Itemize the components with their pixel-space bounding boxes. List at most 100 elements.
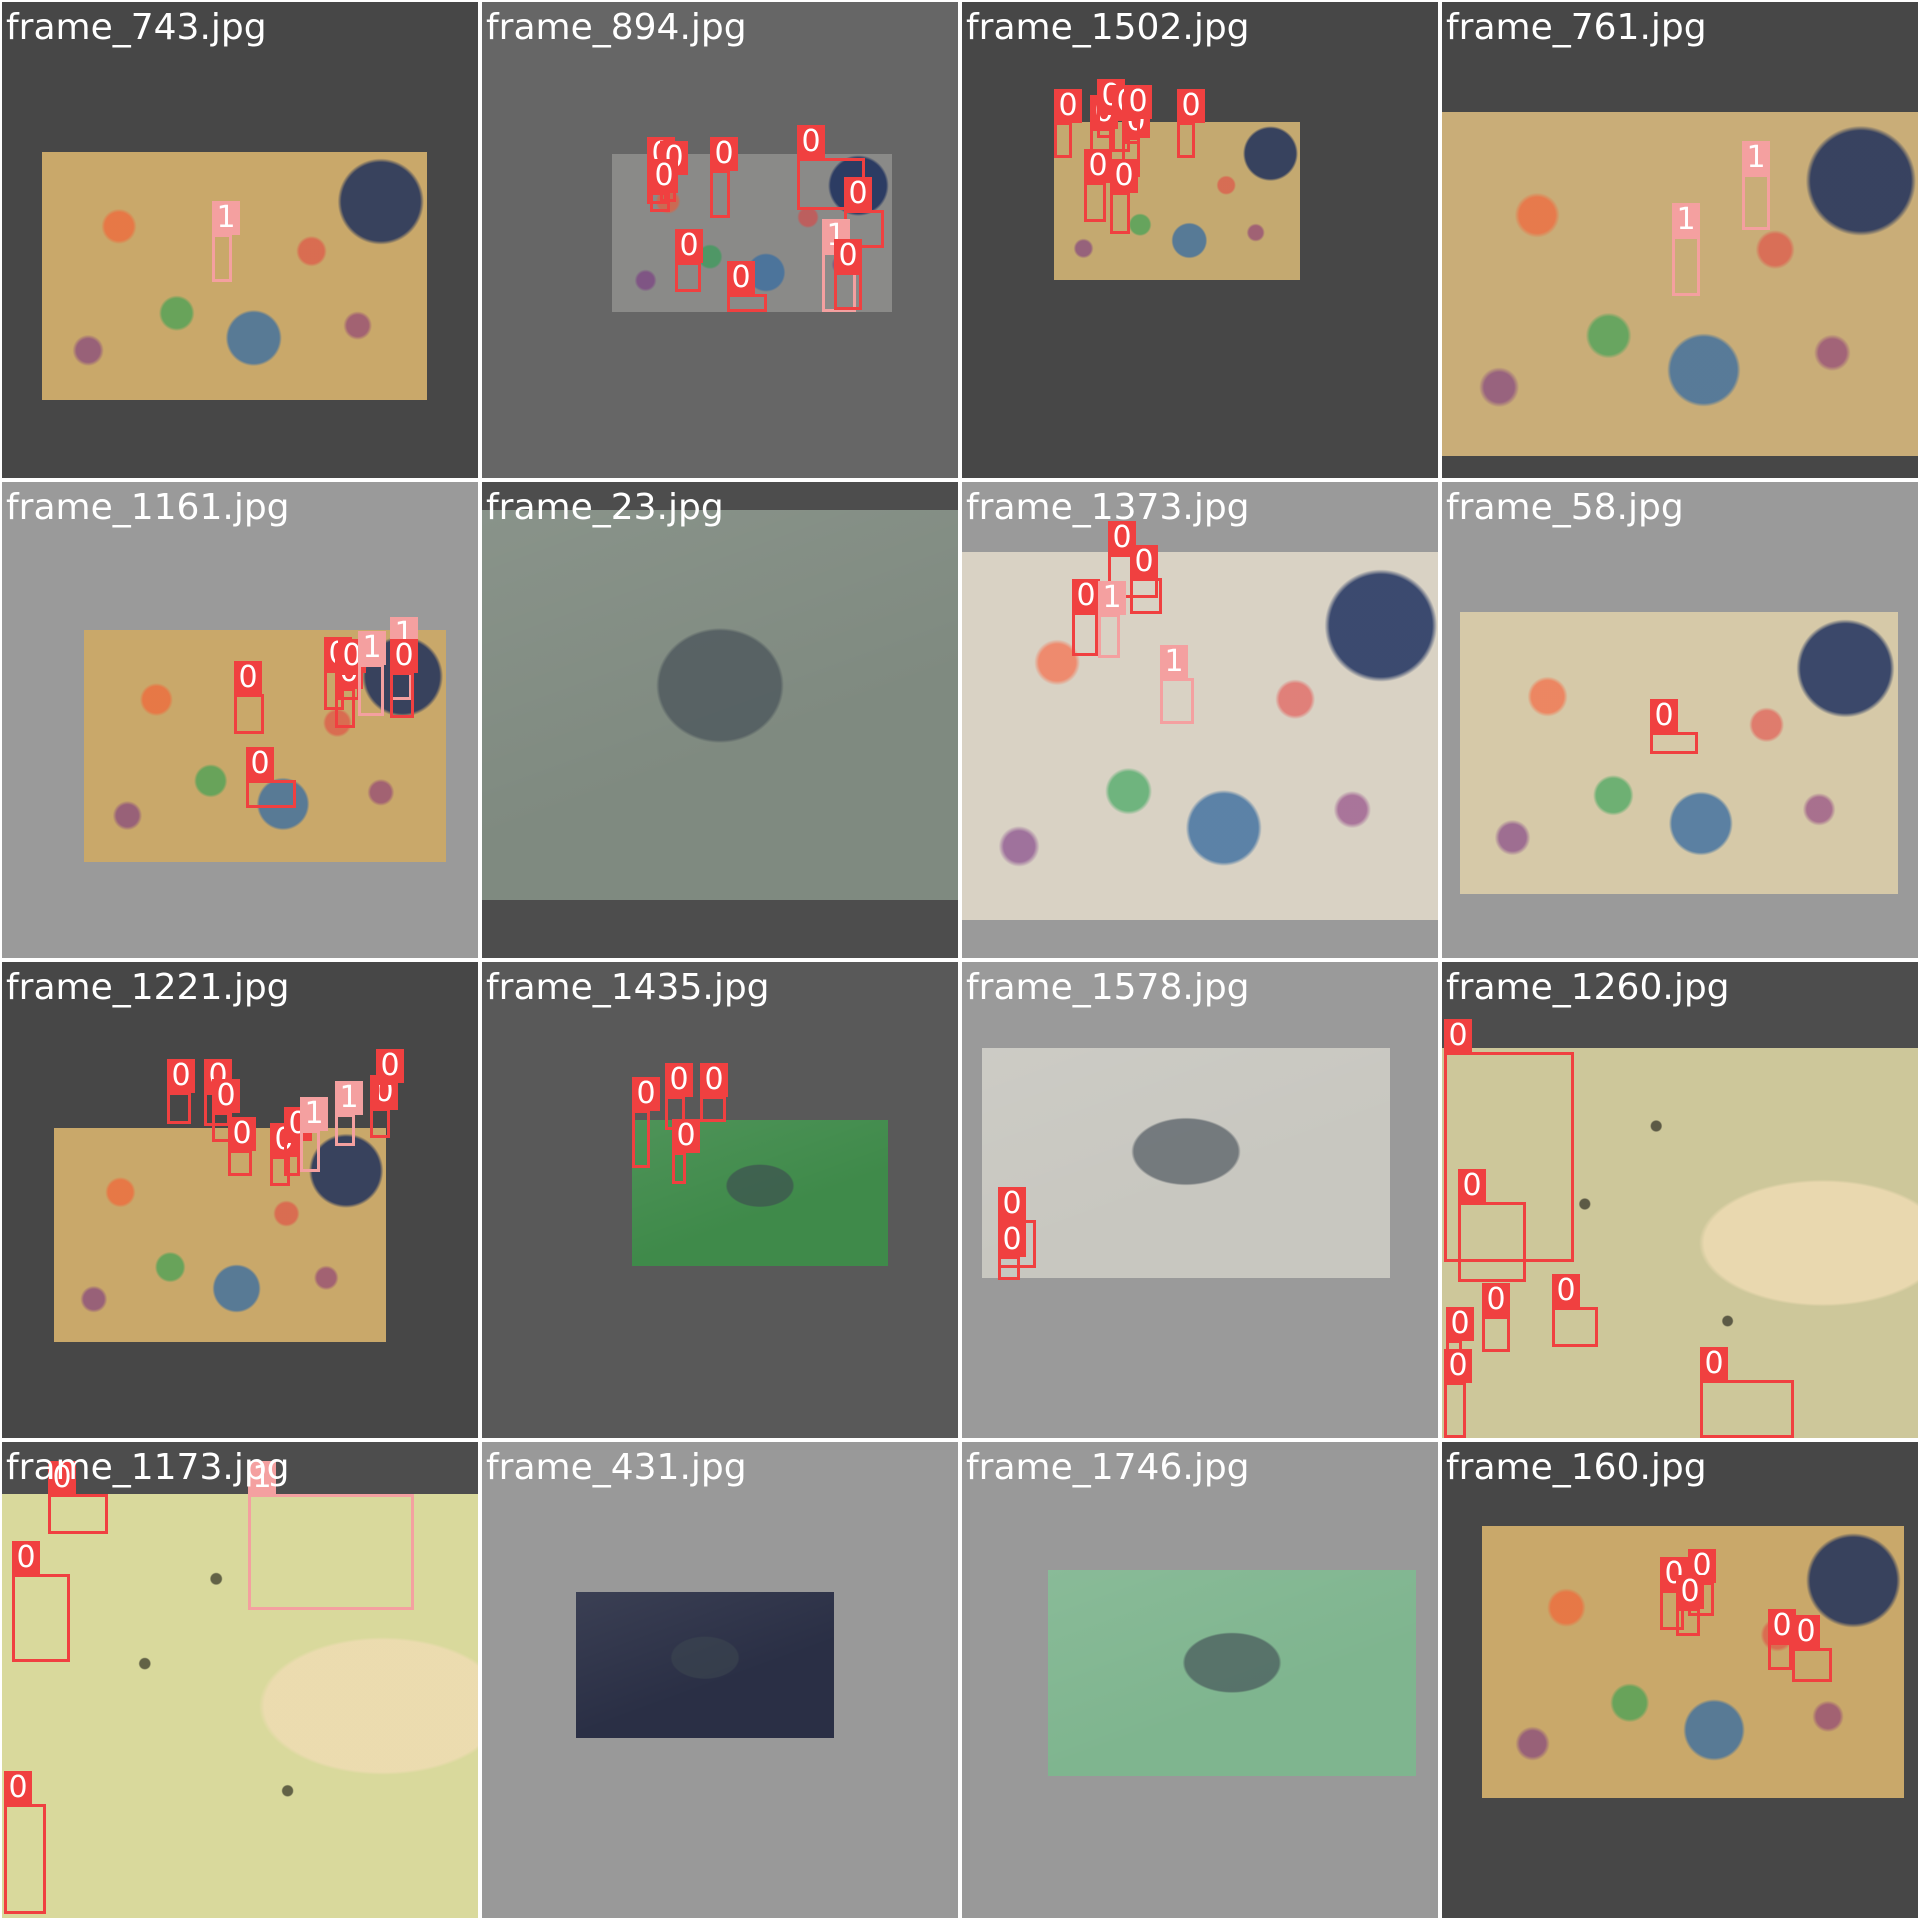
frame-tile: 1 frame_743.jpg [2, 2, 478, 478]
bounding-box-class-0: 0 [1072, 579, 1100, 656]
bounding-box-class-0: 0 [727, 261, 767, 312]
class-id-label: 0 [1552, 1274, 1580, 1308]
bounding-box-class-0: 0 [1552, 1274, 1598, 1347]
bounding-box-class-0: 0 [4, 1771, 46, 1914]
bounding-box-class-0: 0 [167, 1059, 195, 1124]
frame-tile: 0 0 0 0 0 0 0 frame_1260.jpg [1442, 962, 1918, 1438]
class-id-label: 0 [998, 1187, 1026, 1221]
class-id-label: 0 [1130, 545, 1158, 579]
frame-tile: 000000000frame_1502.jpg [962, 2, 1438, 478]
class-id-label: 0 [675, 229, 703, 263]
frame-filename: frame_1373.jpg [966, 487, 1250, 528]
class-id-label: 0 [998, 1223, 1026, 1257]
bounding-box-class-0: 0 [370, 1075, 398, 1138]
bounding-box-class-0: 0 [1650, 699, 1698, 754]
bounding-box-class-0: 0 [834, 239, 862, 310]
bounding-box-class-0: 0 [12, 1541, 70, 1662]
frame-image [962, 552, 1438, 920]
frame-filename: frame_1173.jpg [6, 1447, 290, 1488]
bounding-box-class-1: 1 [300, 1097, 328, 1172]
class-id-label: 1 [335, 1081, 363, 1115]
bounding-box-class-0: 0 [1130, 545, 1162, 614]
bounding-box-class-0: 0 [246, 747, 296, 808]
frame-image [982, 1048, 1390, 1278]
frame-image [54, 1128, 386, 1342]
bounding-box-class-1: 1 [335, 1081, 363, 1146]
class-id-label: 0 [390, 639, 418, 673]
bounding-box-class-0: 0 [672, 1119, 700, 1184]
frame-tile: 0000000010frame_894.jpg [482, 2, 958, 478]
bounding-box-class-0: 0 [675, 229, 703, 292]
frame-image [576, 1592, 834, 1738]
bounding-box-class-0: 0 [632, 1077, 660, 1168]
frame-filename: frame_1435.jpg [486, 967, 770, 1008]
class-id-label: 0 [1792, 1615, 1820, 1649]
class-id-label: 1 [212, 201, 240, 235]
bounding-box-class-0: 0 [1792, 1615, 1832, 1682]
class-id-label: 0 [710, 137, 738, 171]
detection-grid: 1frame_743.jpg0000000010frame_894.jpg000… [0, 0, 1920, 1920]
frame-filename: frame_1746.jpg [966, 1447, 1250, 1488]
frame-filename: frame_1221.jpg [6, 967, 290, 1008]
bounding-box-class-0: 0 [1177, 89, 1205, 158]
class-id-label: 0 [727, 261, 755, 295]
class-id-label: 0 [376, 1049, 404, 1083]
class-id-label: 1 [1672, 203, 1700, 237]
class-id-label: 0 [234, 661, 262, 695]
class-id-label: 1 [1742, 141, 1770, 175]
class-id-label: 0 [1110, 159, 1138, 193]
class-id-label: 0 [1458, 1169, 1486, 1203]
frame-filename: frame_1260.jpg [1446, 967, 1730, 1008]
frame-image [482, 510, 958, 900]
bounding-box-class-0: 0 [1110, 159, 1138, 234]
bounding-box-class-0: 0 [338, 639, 366, 700]
bounding-box-class-0: 0 [1444, 1349, 1472, 1438]
class-id-label: 0 [1650, 699, 1678, 733]
frame-tile: frame_431.jpg [482, 1442, 958, 1918]
bounding-box-class-0: 0 [1458, 1169, 1526, 1282]
frame-tile: 0000001100frame_1221.jpg [2, 962, 478, 1438]
frame-filename: frame_58.jpg [1446, 487, 1684, 528]
class-id-label: 0 [700, 1063, 728, 1097]
bounding-box-class-0: 0 [390, 639, 418, 718]
bounding-box-class-1: 1 [1672, 203, 1700, 296]
bounding-box-class-0: 0 [284, 1107, 312, 1176]
class-id-label: 0 [665, 1063, 693, 1097]
bounding-box-class-0: 0 [1124, 85, 1152, 144]
bounding-box-class-0: 0 [1482, 1283, 1510, 1352]
class-id-label: 0 [844, 177, 872, 211]
class-id-label: 0 [1124, 85, 1152, 119]
frame-image [42, 152, 427, 400]
class-id-label: 1 [1160, 645, 1188, 679]
bounding-box-class-1: 1 [358, 631, 386, 716]
bounding-box-class-0: 0 [1676, 1575, 1704, 1636]
frame-tile: frame_1746.jpg [962, 1442, 1438, 1918]
frame-tile: 0 0 0 1 1 frame_1373.jpg [962, 482, 1438, 958]
bounding-box-class-1: 1 [1098, 581, 1126, 658]
frame-tile: 0 0 frame_1578.jpg [962, 962, 1438, 1438]
bounding-box-class-0: 0 [700, 1063, 728, 1122]
bounding-box-class-0: 0 [710, 137, 738, 218]
bounding-box-class-0: 0 [650, 159, 678, 212]
class-id-label: 0 [834, 239, 862, 273]
class-id-label: 0 [1444, 1019, 1472, 1053]
frame-tile: 0 0 0 0 0 frame_160.jpg [1442, 1442, 1918, 1918]
class-id-label: 1 [300, 1097, 328, 1131]
bounding-box-class-1: 1 [212, 201, 240, 282]
bounding-box-class-0: 0 [228, 1117, 256, 1176]
frame-filename: frame_1578.jpg [966, 967, 1250, 1008]
frame-filename: frame_743.jpg [6, 7, 267, 48]
frame-filename: frame_431.jpg [486, 1447, 747, 1488]
class-id-label: 0 [632, 1077, 660, 1111]
class-id-label: 0 [797, 125, 825, 159]
frame-filename: frame_23.jpg [486, 487, 724, 528]
bounding-box-class-0: 0 [376, 1049, 404, 1110]
class-id-label: 0 [246, 747, 274, 781]
class-id-label: 0 [1482, 1283, 1510, 1317]
class-id-label: 1 [358, 631, 386, 665]
frame-tile: 00001100frame_1161.jpg [2, 482, 478, 958]
bounding-box-class-0: 0 [1054, 89, 1082, 158]
class-id-label: 0 [1446, 1307, 1474, 1341]
class-id-label: 0 [4, 1771, 32, 1805]
bounding-box-class-1: 1 [1160, 645, 1194, 724]
